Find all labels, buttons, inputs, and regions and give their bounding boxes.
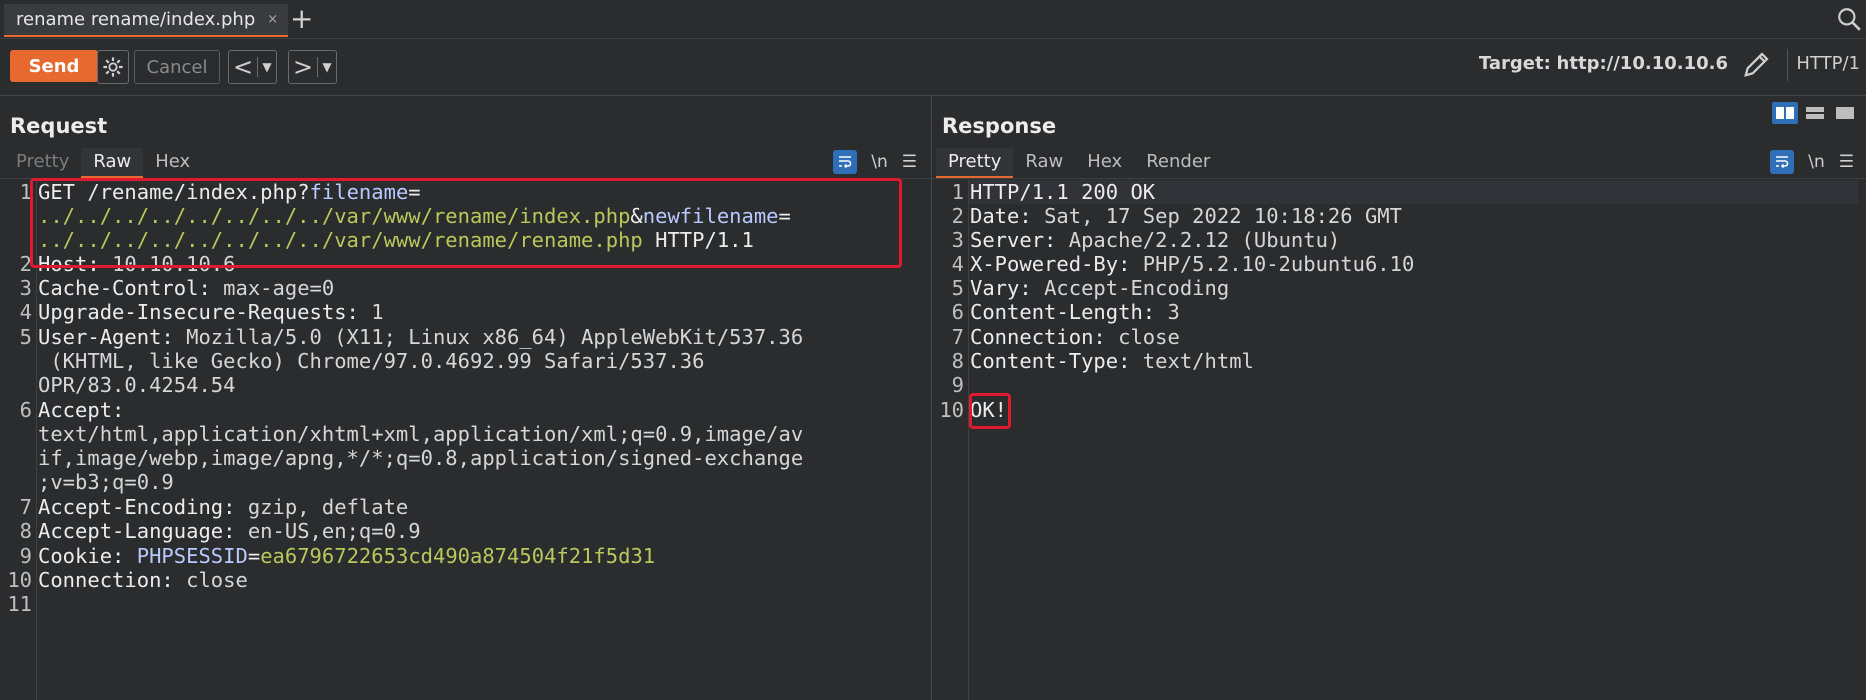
line-number: 6: [951, 300, 964, 324]
header-line: Cookie: PHPSESSID=ea6796722653cd490a8745…: [38, 544, 656, 568]
response-title: Response: [942, 114, 1057, 138]
line-number: 11: [7, 592, 32, 616]
line-number: 3: [19, 276, 32, 300]
response-view-tabs: Pretty Raw Hex Render: [936, 148, 1222, 178]
forward-dropdown-icon[interactable]: ▼: [318, 60, 336, 74]
tab-bar: rename rename/index.php × +: [0, 0, 1866, 39]
menu-icon[interactable]: ☰: [902, 152, 917, 172]
show-newlines-toggle[interactable]: \n: [871, 152, 888, 172]
repeater-tab[interactable]: rename rename/index.php ×: [4, 4, 289, 37]
tab-hex[interactable]: Hex: [1075, 148, 1134, 176]
header-line: Accept:: [38, 398, 125, 422]
header-line-cont: OPR/83.0.4254.54: [38, 373, 236, 397]
tab-render[interactable]: Render: [1134, 148, 1222, 176]
line-number: 6: [19, 398, 32, 422]
response-editor[interactable]: 1 2 3 4 5 6 7 8 9 10 HTTP/1.1 200 OK Dat…: [932, 180, 1866, 700]
line-number: 7: [19, 495, 32, 519]
line-number: 1: [951, 180, 964, 204]
line-number: 2: [951, 204, 964, 228]
response-body-highlight-box: [969, 393, 1011, 429]
header-line: Upgrade-Insecure-Requests: 1: [38, 300, 384, 324]
request-editor-controls: \n ☰: [833, 150, 917, 174]
header-line-cont: (KHTML, like Gecko) Chrome/97.0.4692.99 …: [38, 349, 705, 373]
line-number: 9: [19, 544, 32, 568]
line-number: 8: [951, 349, 964, 373]
tab-title: rename rename/index.php: [16, 9, 256, 30]
header-line-cont: ;v=b3;q=0.9: [38, 470, 174, 494]
header-line: Content-Length: 3: [970, 300, 1180, 324]
header-line: Date: Sat, 17 Sep 2022 10:18:26 GMT: [970, 204, 1402, 228]
side-by-side-layout-icon[interactable]: [1772, 102, 1798, 124]
settings-gear-icon[interactable]: [97, 50, 129, 84]
single-pane-layout-icon[interactable]: [1832, 102, 1858, 124]
forward-arrow-icon[interactable]: >: [289, 52, 317, 82]
tab-raw[interactable]: Raw: [1013, 148, 1075, 176]
line-gutter: 1 2 3 4 5 6 7 8 9 10: [932, 180, 969, 700]
tab-pretty[interactable]: Pretty: [4, 148, 81, 176]
line-number: 10: [7, 568, 32, 592]
header-line: Accept-Encoding: gzip, deflate: [38, 495, 409, 519]
target-value: http://10.10.10.6: [1556, 53, 1728, 74]
request-title: Request: [10, 114, 108, 138]
header-line: Connection: close: [38, 568, 248, 592]
toolbar: Send Cancel < ▼ > ▼ Target: http://10.10…: [0, 39, 1866, 96]
target-display: Target: http://10.10.10.6: [1479, 53, 1728, 74]
line-number: 10: [939, 398, 964, 422]
request-view-tabs: Pretty Raw Hex: [4, 148, 202, 178]
header-line: Vary: Accept-Encoding: [970, 276, 1230, 300]
line-number: 4: [19, 300, 32, 324]
line-number: 9: [951, 373, 964, 397]
forward-button-group[interactable]: > ▼: [288, 50, 337, 84]
header-line: Content-Type: text/html: [970, 349, 1254, 373]
line-number: 3: [951, 228, 964, 252]
back-dropdown-icon[interactable]: ▼: [258, 60, 276, 74]
header-line: X-Powered-By: PHP/5.2.10-2ubuntu6.10: [970, 252, 1415, 276]
edit-target-pencil-icon[interactable]: [1742, 49, 1772, 79]
request-editor[interactable]: 1 2 3 4 5 6 7 8 9 10 11 GET /rename/inde…: [0, 178, 931, 700]
response-pane: Response Pretty Raw Hex Render \n ☰ 1 2 …: [932, 96, 1866, 700]
status-line: HTTP/1.1 200 OK: [970, 180, 1156, 204]
layout-toggle-group: [1772, 102, 1858, 124]
target-label: Target:: [1478, 53, 1551, 74]
header-line: Accept-Language: en-US,en;q=0.9: [38, 519, 421, 543]
show-newlines-toggle[interactable]: \n: [1808, 152, 1825, 172]
header-line: Cache-Control: max-age=0: [38, 276, 335, 300]
back-button-group[interactable]: < ▼: [228, 50, 277, 84]
toolbar-divider: [1787, 49, 1788, 81]
line-number: 5: [951, 276, 964, 300]
request-line-highlight-box: [30, 178, 902, 268]
line-number: 5: [19, 325, 32, 349]
header-line: Connection: close: [970, 325, 1180, 349]
send-button[interactable]: Send: [10, 50, 98, 82]
line-number: 8: [19, 519, 32, 543]
line-number: 4: [951, 252, 964, 276]
tab-hex[interactable]: Hex: [143, 148, 202, 176]
tab-raw[interactable]: Raw: [81, 148, 144, 178]
wrap-lines-icon[interactable]: [833, 150, 858, 174]
tab-pretty[interactable]: Pretty: [936, 148, 1014, 178]
header-line: User-Agent: Mozilla/5.0 (X11; Linux x86_…: [38, 325, 804, 349]
menu-icon[interactable]: ☰: [1839, 152, 1854, 172]
tab-close-icon[interactable]: ×: [267, 12, 278, 27]
search-icon[interactable]: [1836, 6, 1862, 32]
back-arrow-icon[interactable]: <: [229, 52, 257, 82]
cancel-button[interactable]: Cancel: [134, 50, 220, 84]
line-number: 7: [951, 325, 964, 349]
new-tab-plus-icon[interactable]: +: [290, 2, 313, 36]
header-line-cont: if,image/webp,image/apng,*/*;q=0.8,appli…: [38, 446, 804, 470]
wrap-lines-icon[interactable]: [1770, 150, 1795, 174]
request-pane: Request Pretty Raw Hex \n ☰ 1 2 3 4 5 6 …: [0, 96, 932, 700]
header-line: Server: Apache/2.2.12 (Ubuntu): [970, 228, 1341, 252]
http-version[interactable]: HTTP/1: [1796, 53, 1860, 74]
response-editor-controls: \n ☰: [1770, 150, 1854, 174]
header-line-cont: text/html,application/xhtml+xml,applicat…: [38, 422, 804, 446]
stacked-layout-icon[interactable]: [1802, 102, 1828, 124]
